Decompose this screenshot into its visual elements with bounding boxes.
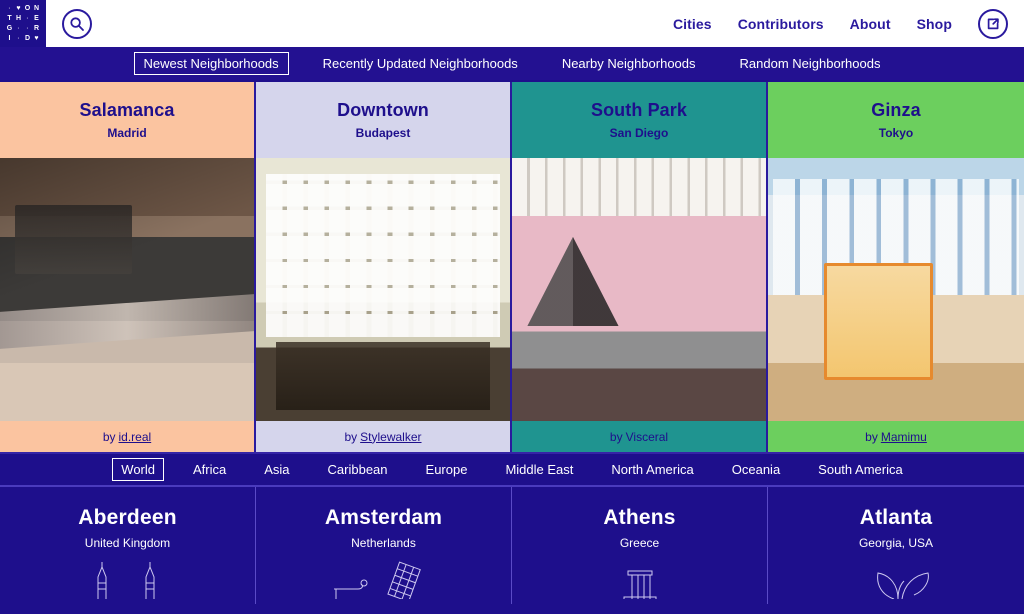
neighborhood-tab-0[interactable]: Newest Neighborhoods [133,52,289,75]
region-tab-8[interactable]: South America [809,458,912,481]
region-tab-1[interactable]: Africa [184,458,235,481]
neighborhood-city: Tokyo [878,126,914,140]
bar-interior-photo [512,158,766,421]
credit-author-link[interactable]: Stylewalker [360,430,421,444]
logo-cell-15: ♥ [34,34,39,42]
region-tab-6[interactable]: North America [602,458,702,481]
canal-house-icon [304,559,464,604]
nav-item-cities[interactable]: Cities [673,16,712,32]
site-logo[interactable]: · ♥ O N T H · E G · · R I · D ♥ [0,0,46,47]
peach-leaf-icon [816,559,976,604]
cafe-interior-photo [0,158,254,421]
neighborhood-city: San Diego [609,126,669,140]
city-region: Georgia, USA [858,536,934,550]
neighborhood-city: Budapest [355,126,411,140]
share-icon [987,17,999,29]
credit-author-link[interactable]: Visceral [626,430,668,444]
logo-cell-12: I [8,34,11,42]
twin-spires-icon [68,559,188,604]
logo-cell-2: O [24,4,31,12]
neighborhood-tab-bar: Newest Neighborhoods Recently Updated Nei… [0,47,1024,80]
city-region: Netherlands [351,536,416,550]
city-tile-3[interactable]: Atlanta Georgia, USA [768,487,1024,604]
column-icon [580,559,700,604]
neighborhood-name: Downtown [337,100,429,120]
city-region: Greece [619,536,660,550]
neighborhood-tab-3[interactable]: Random Neighborhoods [730,52,891,75]
print-gallery-photo [256,158,510,421]
credit-author-link[interactable]: id.real [119,430,152,444]
logo-cell-0: · [8,5,11,12]
logo-cell-3: N [33,4,40,12]
credit-prefix: by [609,429,623,444]
region-tab-2[interactable]: Asia [255,458,298,481]
city-name: Aberdeen [78,506,177,529]
card-credit: by id.real [0,421,254,452]
neighborhood-name: South Park [590,100,688,120]
card-credit: by Visceral [512,421,766,452]
card-header: South Park San Diego [512,82,766,158]
search-icon [70,16,84,31]
city-tile-0[interactable]: Aberdeen United Kingdom [0,487,256,604]
neighborhood-card-grid: Salamanca Madrid by id.real Downtown Budapest… [0,80,1024,452]
logo-cell-5: H [15,14,22,22]
card-photo[interactable] [256,158,510,421]
main-nav: Cities Contributors About Shop [673,8,1024,39]
city-tile-1[interactable]: Amsterdam Netherlands [256,487,512,604]
region-tab-4[interactable]: Europe [417,458,477,481]
region-tab-5[interactable]: Middle East [496,458,582,481]
logo-cell-4: T [7,14,12,22]
region-tab-3[interactable]: Caribbean [319,458,397,481]
card-photo[interactable] [512,158,766,421]
neighborhood-card-3[interactable]: Ginza Tokyo by Mamimu [768,82,1024,452]
credit-prefix: by [865,429,878,444]
card-photo[interactable] [0,158,254,421]
card-header: Ginza Tokyo [768,82,1024,158]
neighborhood-tab-1[interactable]: Recently Updated Neighborhoods [313,52,528,75]
region-tab-0[interactable]: World [112,458,164,481]
logo-cell-9: · [17,25,20,32]
neighborhood-card-0[interactable]: Salamanca Madrid by id.real [0,82,256,452]
credit-prefix: by [344,429,358,444]
page-root: · ♥ O N T H · E G · · R I · D ♥ Cities Contributors Abo… [0,0,1024,614]
logo-cell-13: · [17,35,20,42]
credit-author-link[interactable]: Mamimu [881,430,927,444]
logo-cell-7: E [34,14,39,22]
city-name: Athens [603,506,676,529]
card-photo[interactable] [768,158,1024,421]
card-credit: by Stylewalker [256,421,510,452]
site-header: · ♥ O N T H · E G · · R I · D ♥ Cities Contributors Abo… [0,0,1024,47]
neighborhood-card-1[interactable]: Downtown Budapest by Stylewalker [256,82,512,452]
city-name: Amsterdam [324,506,443,529]
city-name: Atlanta [859,506,933,529]
logo-cell-1: ♥ [16,4,21,12]
logo-cell-14: D [24,34,31,42]
neighborhood-city: Madrid [107,126,147,140]
nav-item-contributors[interactable]: Contributors [738,16,824,32]
neighborhood-name: Ginza [871,100,921,120]
logo-cell-11: R [33,24,40,32]
city-tile-2[interactable]: Athens Greece [512,487,768,604]
museum-exhibit-photo [768,158,1024,421]
neighborhood-card-2[interactable]: South Park San Diego by Visceral [512,82,768,452]
neighborhood-name: Salamanca [79,100,175,120]
nav-item-shop[interactable]: Shop [917,16,952,32]
card-header: Salamanca Madrid [0,82,254,158]
card-header: Downtown Budapest [256,82,510,158]
nav-item-about[interactable]: About [850,16,891,32]
city-region: United Kingdom [84,536,171,550]
logo-letter-grid: · ♥ O N T H · E G · · R I · D ♥ [5,4,41,44]
neighborhood-tab-2[interactable]: Nearby Neighborhoods [552,52,706,75]
share-button[interactable] [978,8,1008,39]
search-button[interactable] [62,8,92,39]
region-tab-7[interactable]: Oceania [723,458,789,481]
logo-cell-8: G [6,24,13,32]
card-credit: by Mamimu [768,421,1024,452]
logo-cell-6: · [26,15,29,22]
credit-prefix: by [102,429,116,444]
logo-cell-10: · [26,25,29,32]
city-tile-grid: Aberdeen United Kingdom Amsterdam Netherlan… [0,485,1024,604]
region-filter-bar: World Africa Asia Caribbean Europe Middle Eas… [0,452,1024,485]
